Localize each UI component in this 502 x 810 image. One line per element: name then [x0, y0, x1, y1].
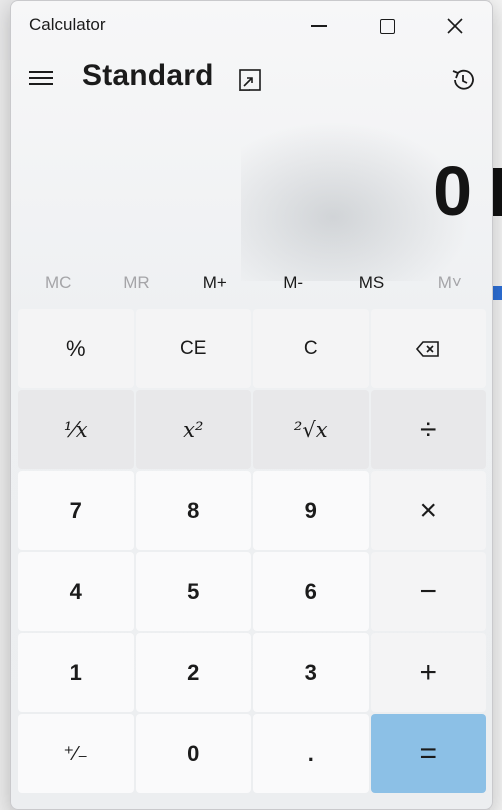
multiply-button[interactable]: × [370, 471, 486, 550]
digit-8-button[interactable]: 8 [135, 471, 251, 550]
square-root-button[interactable]: ²√x [253, 390, 369, 469]
percent-button[interactable]: % [18, 309, 134, 388]
minimize-button[interactable] [285, 1, 353, 51]
hamburger-icon [29, 71, 53, 73]
memory-clear-button[interactable]: MC [19, 263, 97, 303]
keypad: % CE C ¹⁄x x² ²√x ÷ 7 8 9 × 4 5 6 − 1 2 … [17, 308, 487, 794]
background-desktop-left [0, 60, 10, 810]
close-icon [447, 18, 463, 34]
calculator-window: Calculator Standard 0 MC MR M+ M- MS M˅ … [10, 0, 493, 810]
clear-entry-button[interactable]: CE [135, 309, 251, 388]
clear-button[interactable]: C [253, 309, 369, 388]
mode-title: Standard [82, 59, 214, 92]
decimal-button[interactable]: . [253, 714, 369, 793]
digit-0-button[interactable]: 0 [135, 714, 251, 793]
backspace-button[interactable] [370, 309, 486, 388]
history-icon[interactable] [449, 66, 477, 94]
memory-row: MC MR M+ M- MS M˅ [19, 263, 489, 303]
hamburger-line [29, 83, 53, 85]
memory-list-button[interactable]: M˅ [411, 263, 489, 303]
digit-6-button[interactable]: 6 [253, 552, 369, 631]
hamburger-line [29, 77, 53, 79]
title-bar[interactable]: Calculator [11, 1, 492, 51]
background-window-fragment [492, 168, 502, 216]
result-display: 0 [433, 152, 472, 230]
memory-subtract-button[interactable]: M- [254, 263, 332, 303]
memory-add-button[interactable]: M+ [176, 263, 254, 303]
memory-store-button[interactable]: MS [332, 263, 410, 303]
digit-5-button[interactable]: 5 [135, 552, 251, 631]
memory-recall-button[interactable]: MR [97, 263, 175, 303]
background-window-fragment [492, 286, 502, 300]
close-button[interactable] [421, 1, 489, 51]
digit-9-button[interactable]: 9 [253, 471, 369, 550]
app-title: Calculator [29, 15, 106, 34]
square-button[interactable]: x² [135, 390, 251, 469]
digit-3-button[interactable]: 3 [253, 633, 369, 712]
keep-on-top-icon[interactable] [237, 67, 263, 93]
equals-button[interactable]: = [370, 714, 486, 793]
negate-button[interactable]: ⁺⁄₋ [18, 714, 134, 793]
digit-7-button[interactable]: 7 [18, 471, 134, 550]
digit-2-button[interactable]: 2 [135, 633, 251, 712]
divide-button[interactable]: ÷ [370, 390, 486, 469]
minimize-icon [311, 25, 327, 27]
hamburger-menu-button[interactable] [29, 63, 55, 93]
add-button[interactable]: + [370, 633, 486, 712]
backspace-icon [416, 340, 440, 357]
reciprocal-button[interactable]: ¹⁄x [18, 390, 134, 469]
maximize-button[interactable] [353, 1, 421, 51]
maximize-icon [379, 18, 395, 34]
subtract-button[interactable]: − [370, 552, 486, 631]
digit-1-button[interactable]: 1 [18, 633, 134, 712]
digit-4-button[interactable]: 4 [18, 552, 134, 631]
